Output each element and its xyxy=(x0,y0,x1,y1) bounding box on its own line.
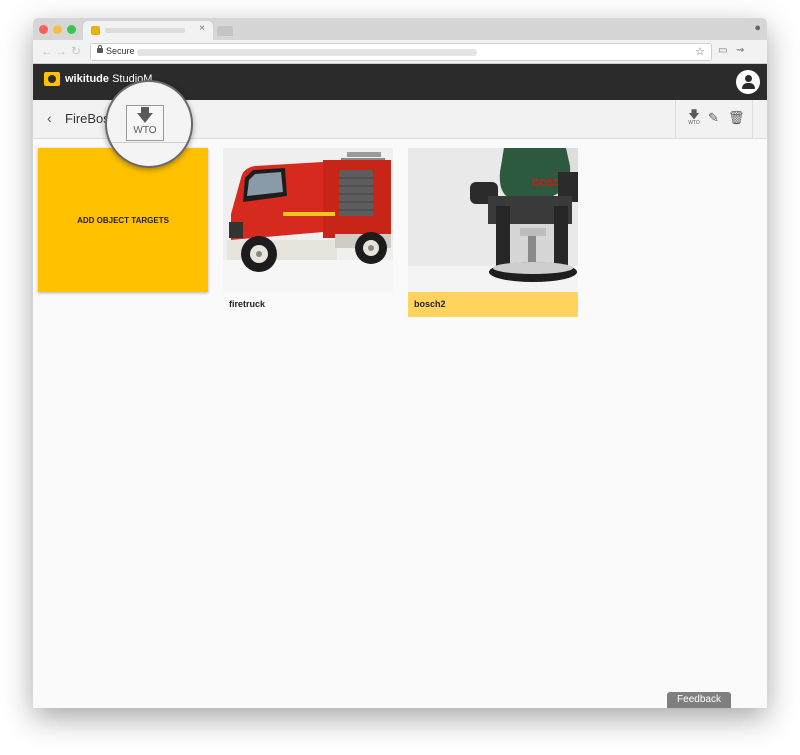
maximize-window-button[interactable] xyxy=(67,25,76,34)
reload-icon[interactable]: ↻ xyxy=(71,44,81,58)
magnified-wto-label: WTO xyxy=(133,125,157,136)
url-blurred xyxy=(137,49,477,56)
target-name-firetruck: firetruck xyxy=(229,299,266,309)
download-icon: 🡇 xyxy=(688,109,700,121)
target-card-firetruck[interactable]: firetruck xyxy=(223,148,393,317)
address-bar[interactable]: Secure ☆ xyxy=(90,43,712,61)
download-wto-label: WTO xyxy=(688,120,700,126)
user-avatar[interactable] xyxy=(736,70,760,94)
cast-icon[interactable]: ▭ xyxy=(718,45,727,56)
project-actions: 🡇 WTO ✎ 🗑 xyxy=(675,100,753,138)
browser-tab-bar: × ● xyxy=(33,18,767,40)
target-card-bosch2[interactable]: BOSCH bosch2 xyxy=(408,148,578,317)
magnified-download-icon: 🡇 xyxy=(136,106,154,125)
firetruck-image xyxy=(223,148,393,292)
browser-toolbar: ← → ↻ Secure ☆ ▭ ⇝ xyxy=(33,40,767,64)
back-nav-icon[interactable]: ← xyxy=(41,44,53,58)
delete-trash-icon[interactable]: 🗑 xyxy=(728,110,745,126)
add-object-targets-label: ADD OBJECT TARGETS xyxy=(77,215,169,225)
tab-title-blurred xyxy=(105,28,185,33)
tab-favicon-icon xyxy=(91,26,100,35)
feedback-button[interactable]: Feedback xyxy=(667,692,731,708)
brand-bold: wikitude xyxy=(65,73,110,85)
minimize-window-button[interactable] xyxy=(53,25,62,34)
wikitude-logo-icon xyxy=(44,72,60,86)
secure-label: Secure xyxy=(106,46,135,56)
bosch2-image: BOSCH xyxy=(408,148,578,292)
new-tab-button[interactable] xyxy=(217,26,233,36)
window-controls xyxy=(39,25,76,34)
edit-pencil-icon[interactable]: ✎ xyxy=(708,110,719,126)
magnified-download-callout: 🡇 WTO xyxy=(105,80,193,168)
magnified-wto-button[interactable]: 🡇 WTO xyxy=(126,105,164,141)
tab-close-icon[interactable]: × xyxy=(199,23,205,34)
close-window-button[interactable] xyxy=(39,25,48,34)
extension-icon[interactable]: ⇝ xyxy=(736,45,744,56)
magnifier-divider xyxy=(107,142,191,143)
add-object-targets-card[interactable]: ADD OBJECT TARGETS xyxy=(38,148,208,292)
browser-tab-active[interactable]: × xyxy=(83,21,213,40)
incognito-icon: ● xyxy=(754,22,761,34)
lock-icon xyxy=(97,45,103,53)
project-title: FireBos xyxy=(65,111,110,126)
browser-window: × ● ← → ↻ Secure ☆ ▭ ⇝ wikitude StudioM … xyxy=(33,18,767,708)
bookmark-star-icon[interactable]: ☆ xyxy=(695,45,705,58)
back-icon[interactable]: ‹ xyxy=(47,110,52,126)
forward-nav-icon[interactable]: → xyxy=(55,44,67,58)
target-name-bosch2: bosch2 xyxy=(408,292,578,317)
download-wto-button[interactable]: 🡇 WTO xyxy=(686,109,702,127)
